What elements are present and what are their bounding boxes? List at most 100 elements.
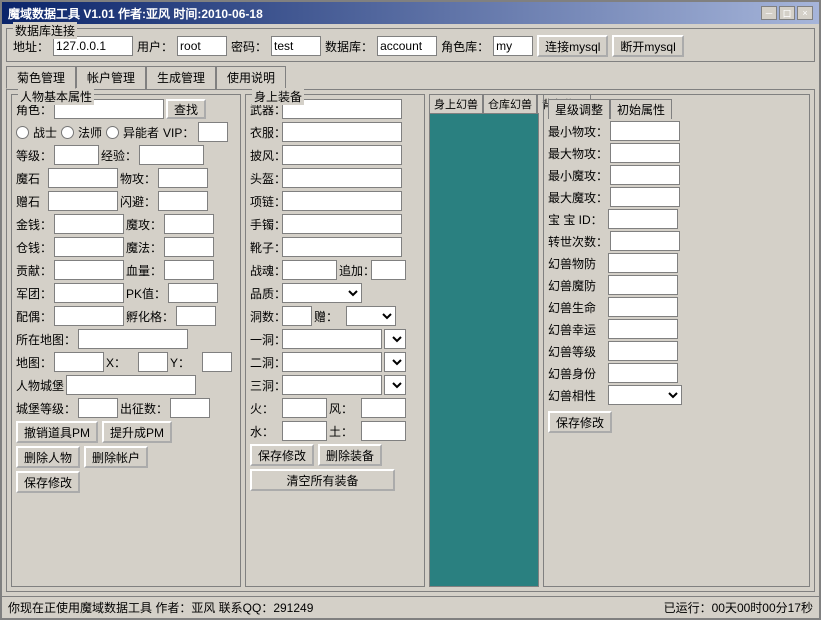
- shui-input[interactable]: [282, 421, 327, 441]
- tab-body-pet[interactable]: 身上幻兽: [429, 94, 483, 113]
- find-button[interactable]: 查找: [166, 99, 206, 119]
- warrior-radio[interactable]: [16, 126, 29, 139]
- tab-generate[interactable]: 生成管理: [146, 66, 216, 89]
- peiou-input[interactable]: [54, 306, 124, 326]
- gongxian-input[interactable]: [54, 260, 124, 280]
- xinxiang-select[interactable]: [608, 385, 682, 405]
- zuixiaomogong-input[interactable]: [610, 165, 680, 185]
- zuidamogong-input[interactable]: [610, 187, 680, 207]
- yidong-input[interactable]: [282, 329, 382, 349]
- moshi-row: 魔石 物攻：: [16, 168, 236, 188]
- jinqian-input[interactable]: [54, 214, 124, 234]
- dongshu-input[interactable]: [282, 306, 312, 326]
- mage-radio[interactable]: [61, 126, 74, 139]
- xiezi-input[interactable]: [282, 237, 402, 257]
- save-equip-button[interactable]: 保存修改: [250, 444, 314, 466]
- xingyun-input[interactable]: [608, 319, 678, 339]
- pifeng-input[interactable]: [282, 145, 402, 165]
- cancel-pm-button[interactable]: 撤销道具PM: [16, 421, 98, 443]
- zuixiaowugong-input[interactable]: [610, 121, 680, 141]
- zuidawugong-input[interactable]: [610, 143, 680, 163]
- erdong-row: 二洞：: [250, 352, 420, 372]
- tab-help[interactable]: 使用说明: [216, 66, 286, 89]
- delete-role-button[interactable]: 删除人物: [16, 446, 80, 468]
- zengshi-input[interactable]: [48, 191, 118, 211]
- wufang-input[interactable]: [608, 253, 678, 273]
- sandong-select[interactable]: [384, 375, 406, 395]
- feng-input[interactable]: [361, 398, 406, 418]
- zuixiaowugong-row: 最小物攻：: [548, 121, 805, 141]
- tu-input[interactable]: [361, 421, 406, 441]
- sandong-input[interactable]: [282, 375, 382, 395]
- del-equip-button[interactable]: 删除装备: [318, 444, 382, 466]
- connect-button[interactable]: 连接mysql: [537, 35, 608, 57]
- tab-star-adjust[interactable]: 星级调整: [548, 99, 610, 119]
- pifeng-row: 披风：: [250, 145, 420, 165]
- pk-input[interactable]: [168, 283, 218, 303]
- chuzhen-input[interactable]: [170, 398, 210, 418]
- tab-account[interactable]: 帐户管理: [76, 66, 146, 89]
- zeng-label: 赠：: [314, 308, 344, 325]
- chengbao-level-input[interactable]: [78, 398, 118, 418]
- tab-storage-pet[interactable]: 仓库幻兽: [483, 94, 537, 113]
- fuhage-input[interactable]: [176, 306, 216, 326]
- tu-label: 土：: [329, 423, 359, 440]
- shenfen-input[interactable]: [608, 363, 678, 383]
- mogong-input[interactable]: [164, 214, 214, 234]
- exp-input[interactable]: [139, 145, 204, 165]
- pinzhi-select[interactable]: [282, 283, 362, 303]
- erdong-input[interactable]: [282, 352, 382, 372]
- delete-account-button[interactable]: 删除帐户: [84, 446, 148, 468]
- save-left-button[interactable]: 保存修改: [16, 471, 80, 493]
- shanguang-input[interactable]: [158, 191, 208, 211]
- cangqian-input[interactable]: [54, 237, 124, 257]
- mofa-input[interactable]: [164, 237, 214, 257]
- db-row: 地址： 用户： 密码： 数据库： 角色库： 连接mysql 断开mysql: [13, 35, 808, 57]
- erdong-label: 二洞：: [250, 354, 280, 371]
- chengbao-input[interactable]: [66, 375, 196, 395]
- erdong-select[interactable]: [384, 352, 406, 372]
- ditu-input[interactable]: [54, 352, 104, 372]
- save-right-button[interactable]: 保存修改: [548, 411, 612, 433]
- yidong-select[interactable]: [384, 329, 406, 349]
- db-input[interactable]: [377, 36, 437, 56]
- xianlian-input[interactable]: [282, 191, 402, 211]
- clear-equip-button[interactable]: 清空所有装备: [250, 469, 395, 491]
- minimize-button[interactable]: －: [761, 6, 777, 20]
- xingyun-label: 幻兽幸运: [548, 321, 606, 338]
- suozai-input[interactable]: [78, 329, 188, 349]
- close-button[interactable]: ×: [797, 6, 813, 20]
- toupao-input[interactable]: [282, 168, 402, 188]
- x-input[interactable]: [138, 352, 168, 372]
- zeng-select[interactable]: [346, 306, 396, 326]
- action-buttons-3: 保存修改: [16, 471, 236, 493]
- user-input[interactable]: [177, 36, 227, 56]
- maximize-button[interactable]: 口: [779, 6, 795, 20]
- huo-input[interactable]: [282, 398, 327, 418]
- bao-id-input[interactable]: [608, 209, 678, 229]
- xueling-input[interactable]: [164, 260, 214, 280]
- role-input[interactable]: [493, 36, 533, 56]
- xueling-input[interactable]: [608, 297, 678, 317]
- mofang-input[interactable]: [608, 275, 678, 295]
- zhanhun-input[interactable]: [282, 260, 337, 280]
- wugong-input[interactable]: [158, 168, 208, 188]
- zhuanshi-input[interactable]: [610, 231, 680, 251]
- moshi-input[interactable]: [48, 168, 118, 188]
- tab-juse[interactable]: 菊色管理: [6, 66, 76, 89]
- chengbao-level-row: 城堡等级： 出征数：: [16, 398, 236, 418]
- dengji-input[interactable]: [608, 341, 678, 361]
- tianjia-input[interactable]: [371, 260, 406, 280]
- vip-input[interactable]: [198, 122, 228, 142]
- y-input[interactable]: [202, 352, 232, 372]
- addr-input[interactable]: [53, 36, 133, 56]
- yifu-input[interactable]: [282, 122, 402, 142]
- level-input[interactable]: [54, 145, 99, 165]
- disconnect-button[interactable]: 断开mysql: [612, 35, 683, 57]
- psy-radio[interactable]: [106, 126, 119, 139]
- junduan-input[interactable]: [54, 283, 124, 303]
- tab-init-attr[interactable]: 初始属性: [610, 99, 672, 119]
- shouhuan-input[interactable]: [282, 214, 402, 234]
- pwd-input[interactable]: [271, 36, 321, 56]
- promote-pm-button[interactable]: 提升成PM: [102, 421, 172, 443]
